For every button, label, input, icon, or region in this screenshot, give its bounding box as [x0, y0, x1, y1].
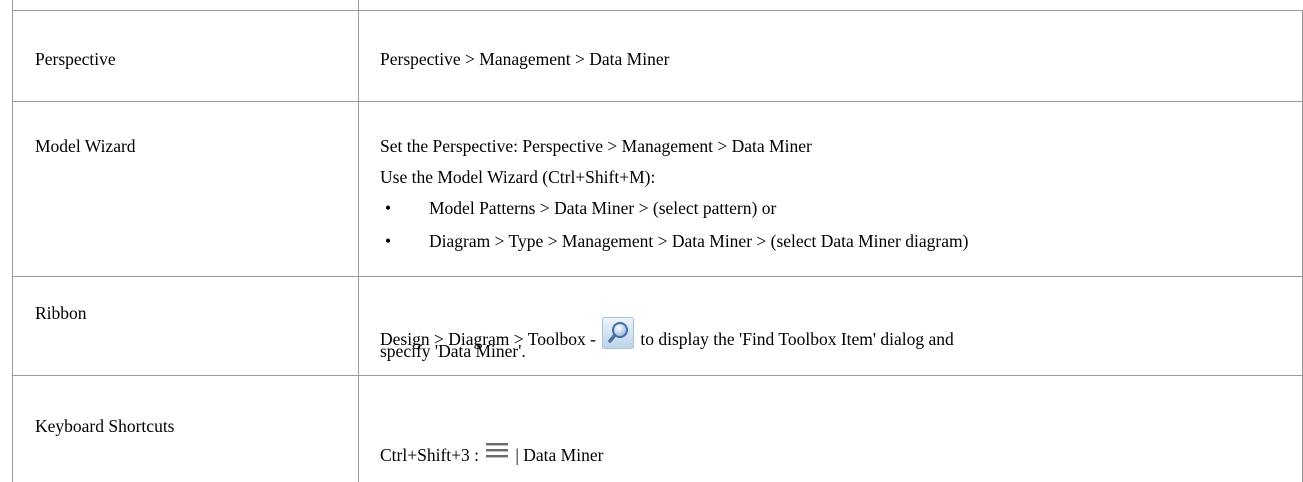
- row-label-cell: Ribbon: [13, 277, 359, 375]
- row-label: Ribbon: [35, 303, 87, 323]
- row-label: Keyboard Shortcuts: [35, 416, 175, 436]
- set-perspective-text: Set the Perspective: Perspective > Manag…: [380, 136, 812, 156]
- use-model-wizard-text: Use the Model Wizard (Ctrl+Shift+M):: [380, 167, 656, 187]
- table-row-perspective: Perspective Perspective > Management > D…: [13, 10, 1303, 101]
- perspective-path: Perspective > Management > Data Miner: [380, 49, 670, 69]
- table-top-spacer: [13, 0, 359, 10]
- table-row-model-wizard: Model Wizard Set the Perspective: Perspe…: [13, 101, 1303, 276]
- row-content-cell: Design > Diagram > Toolbox - to display …: [359, 277, 1303, 375]
- bullet-icon: •: [385, 231, 392, 251]
- search-icon: [602, 317, 635, 349]
- row-label-cell: Keyboard Shortcuts: [13, 376, 359, 482]
- ribbon-dialog-text: to display the 'Find Toolbox Item' dialo…: [640, 329, 954, 349]
- shortcut-line: Ctrl+Shift+3 : | Data Miner: [380, 439, 603, 466]
- access-table: Perspective Perspective > Management > D…: [12, 0, 1303, 482]
- row-label-cell: Model Wizard: [13, 102, 359, 276]
- table-row-keyboard-shortcuts: Keyboard Shortcuts Ctrl+Shift+3 : | Data…: [13, 375, 1303, 482]
- row-content-cell: Ctrl+Shift+3 : | Data Miner: [359, 376, 1303, 482]
- row-label: Model Wizard: [35, 136, 136, 156]
- shortcut-target-text: | Data Miner: [515, 445, 604, 465]
- shortcut-keys-text: Ctrl+Shift+3 :: [380, 445, 484, 465]
- row-label: Perspective: [35, 49, 116, 69]
- ribbon-specify-text: specify 'Data Miner'.: [380, 341, 526, 361]
- table-row-ribbon: Ribbon Design > Diagram > Toolbox - to d…: [13, 276, 1303, 375]
- row-label-cell: Perspective: [13, 11, 359, 101]
- menu-icon: [485, 439, 509, 461]
- bullet-icon: •: [385, 198, 392, 218]
- bullet-item-model-patterns: Model Patterns > Data Miner > (select pa…: [429, 198, 777, 218]
- row-content-cell: Perspective > Management > Data Miner: [359, 11, 1303, 101]
- row-content-cell: Set the Perspective: Perspective > Manag…: [359, 102, 1303, 276]
- bullet-item-diagram-type: Diagram > Type > Management > Data Miner…: [429, 231, 969, 251]
